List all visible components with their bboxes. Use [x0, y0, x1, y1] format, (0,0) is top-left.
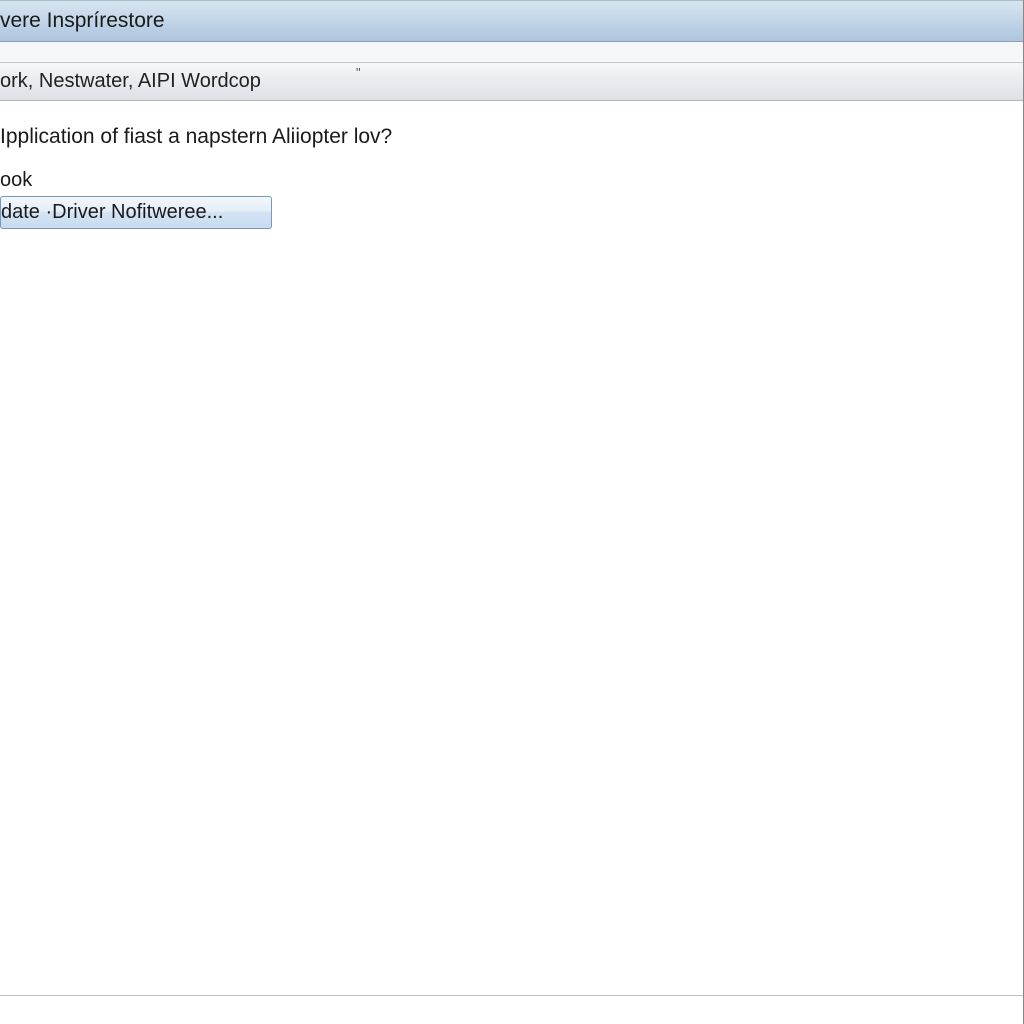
subtext: ook: [0, 169, 1023, 192]
titlebar[interactable]: vere Insprírestore: [0, 0, 1023, 42]
toolbar-quote: ": [356, 65, 361, 80]
content-area: Ipplication of fiast a napstern Aliiopte…: [0, 101, 1023, 1024]
window-title: vere Insprírestore: [0, 9, 165, 33]
window: vere Insprírestore ork, Nestwater, AIPI …: [0, 0, 1024, 1024]
toolbar: ork, Nestwater, AIPI Wordcop ": [0, 63, 1023, 101]
divider: [0, 995, 1023, 996]
question-text: Ipplication of fiast a napstern Aliiopte…: [0, 125, 1023, 149]
update-driver-button[interactable]: date ·Driver Nofitweree...: [0, 196, 272, 229]
toolbar-text: ork, Nestwater, AIPI Wordcop: [0, 70, 261, 93]
gap-strip: [0, 42, 1023, 63]
